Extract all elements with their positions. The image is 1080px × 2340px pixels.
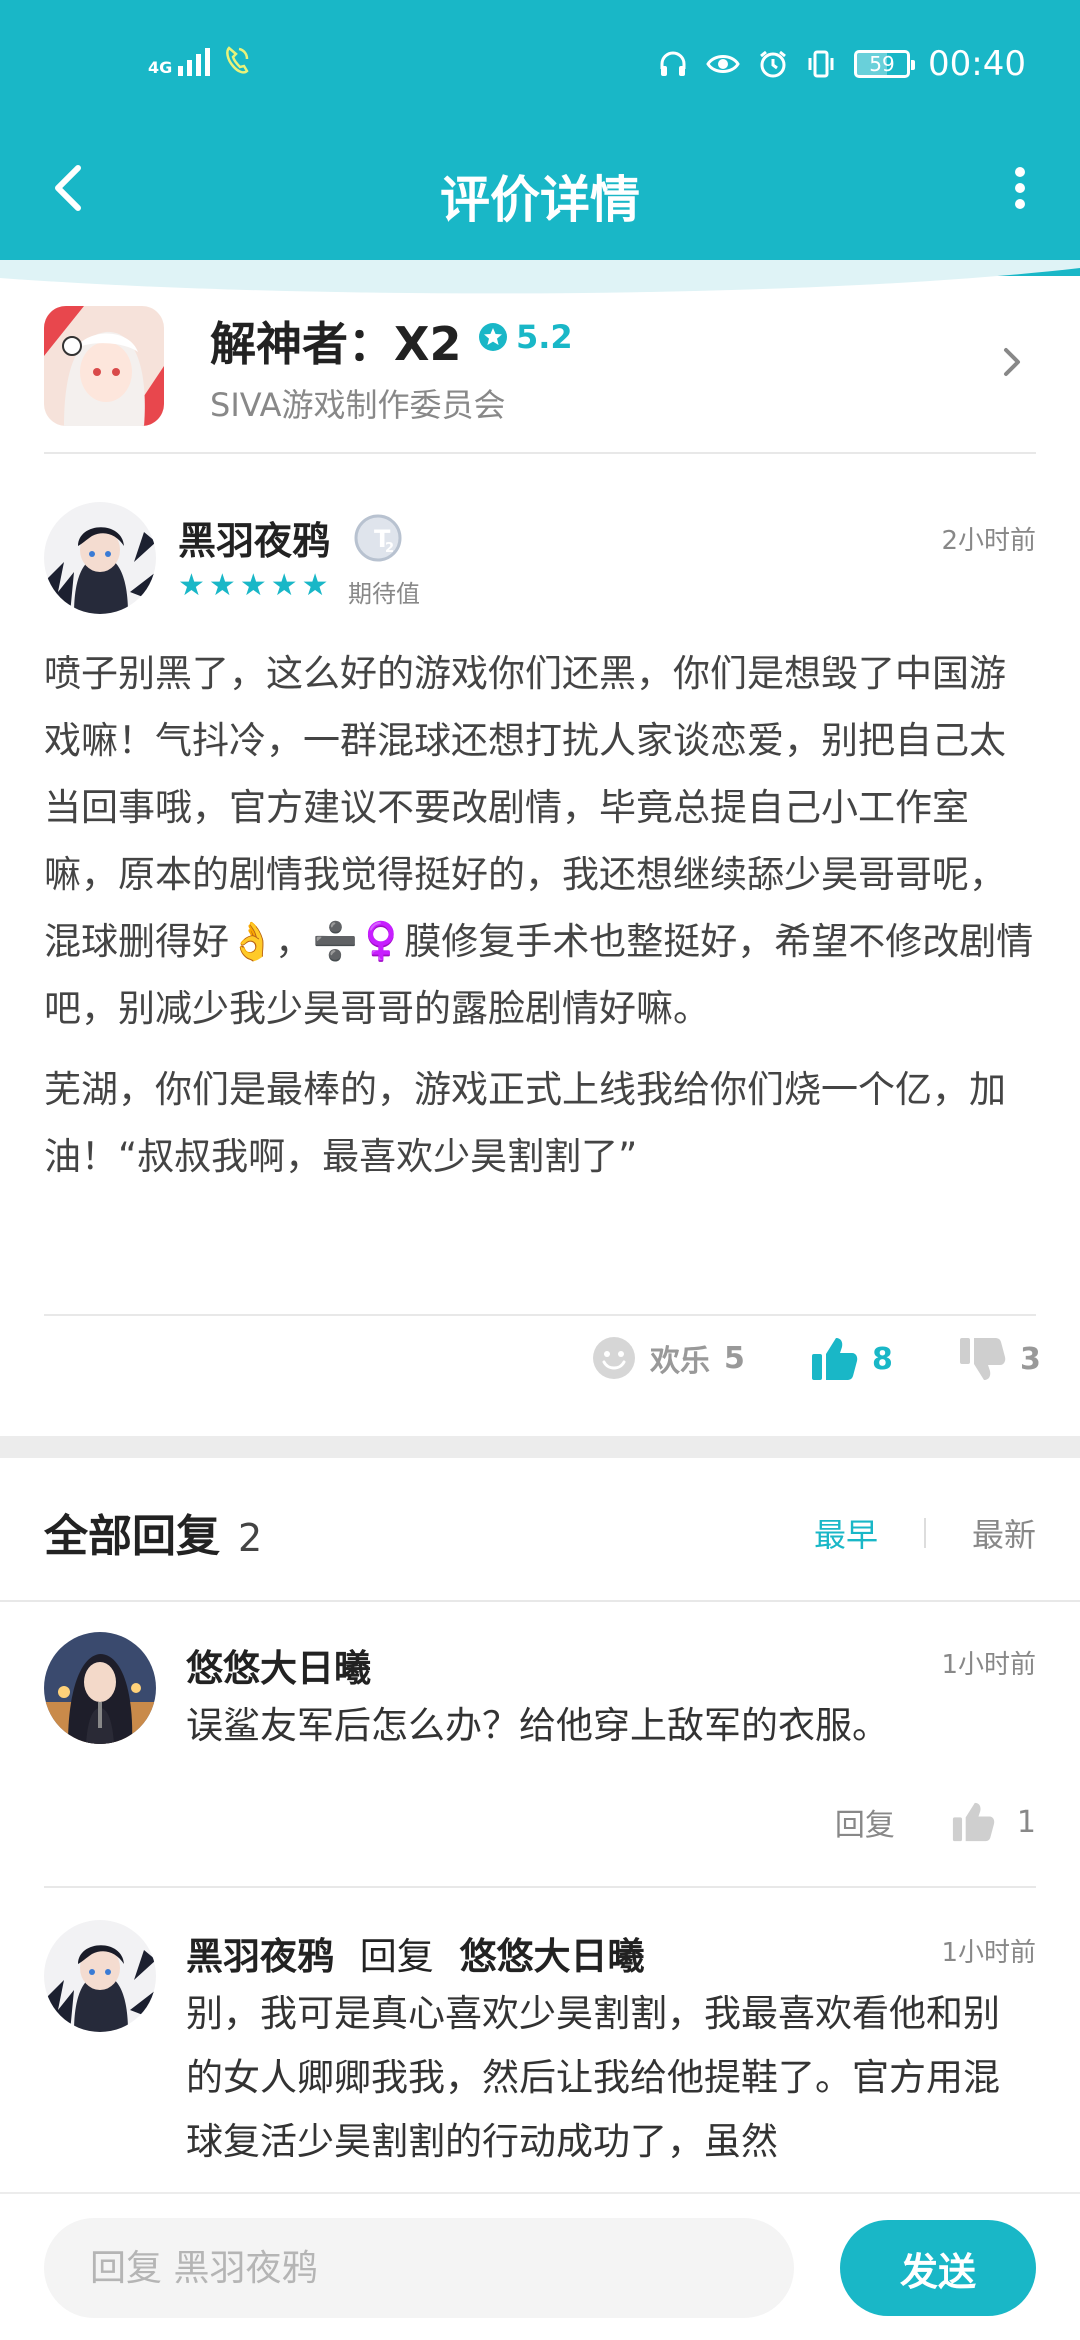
vibrate-icon <box>808 50 834 78</box>
more-options-icon[interactable] <box>1000 158 1040 218</box>
divider <box>0 1600 1080 1602</box>
svg-text:2: 2 <box>385 541 394 556</box>
fun-count: 5 <box>724 1340 745 1376</box>
like-button[interactable]: 8 <box>810 1336 893 1382</box>
reply-like-count: 1 <box>1016 1804 1036 1840</box>
title-bar: 评价详情 <box>0 150 1080 230</box>
chevron-right-icon[interactable] <box>992 342 1032 382</box>
sort-toggle: 最早 最新 <box>814 1510 1036 1556</box>
send-button[interactable]: 发送 <box>840 2220 1036 2316</box>
eye-icon <box>706 55 740 73</box>
review-actions: 欢乐 5 8 3 <box>44 1336 1041 1416</box>
reply-item: 悠悠大日曦 1小时前 误鲨友军后怎么办？给他穿上敌军的衣服。 回复 1 <box>44 1632 1036 1872</box>
dislike-count: 3 <box>1020 1341 1041 1377</box>
headphones-icon <box>660 51 686 76</box>
page-title: 评价详情 <box>440 171 640 229</box>
reply-author[interactable]: 黑羽夜鸦 <box>186 1935 334 1978</box>
thumbs-up-icon <box>812 1338 858 1380</box>
reply-header-line: 黑羽夜鸦 回复 悠悠大日曦 <box>186 1926 645 1980</box>
replies-count: 2 <box>238 1516 263 1560</box>
status-bar: 4G 59 00:40 <box>0 44 1080 88</box>
divider <box>44 1314 1036 1316</box>
review-time: 2小时前 <box>941 526 1036 556</box>
avatar[interactable] <box>44 1632 156 1744</box>
reply-time: 1小时前 <box>941 1938 1036 1968</box>
divider <box>923 1518 926 1548</box>
star-icon: ★ <box>301 568 329 603</box>
dislike-button[interactable]: 3 <box>958 1336 1041 1382</box>
fun-label: 欢乐 <box>650 1344 710 1379</box>
battery-level: 59 <box>869 52 895 76</box>
avatar[interactable] <box>44 1920 156 2032</box>
review-paragraph: 喷子别黑了，这么好的游戏你们还黑，你们是想毁了中国游戏嘛！气抖冷，一群混球还想打… <box>44 652 1034 1030</box>
status-left: 4G <box>148 44 250 76</box>
replies-title: 全部回复 <box>44 1511 220 1562</box>
rating-label: 期待值 <box>348 580 420 608</box>
avatar[interactable] <box>44 502 156 614</box>
reply-composer: 发送 <box>0 2192 1080 2340</box>
star-icon: ★ <box>178 568 205 603</box>
thumbs-down-icon <box>960 1338 1006 1380</box>
sort-latest-tab[interactable]: 最新 <box>972 1510 1036 1556</box>
like-count: 8 <box>872 1341 893 1377</box>
reply-author[interactable]: 悠悠大日曦 <box>186 1638 371 1692</box>
signal-icon: 4G <box>148 44 211 77</box>
divider <box>44 452 1036 454</box>
app-info-row[interactable]: 解神者：X2 5.2 SIVA游戏制作委员会 <box>44 300 1036 452</box>
reply-actions: 回复 1 <box>835 1800 1036 1844</box>
star-icon: ★ <box>270 568 298 603</box>
replies-header: 全部回复 2 最早 最新 <box>44 1500 1036 1580</box>
level-badge-icon: T 2 <box>354 514 402 562</box>
thumbs-up-icon[interactable] <box>951 1801 995 1843</box>
section-separator <box>0 1436 1080 1458</box>
fun-button[interactable]: 欢乐 5 <box>592 1336 745 1380</box>
app-rating: 5.2 <box>478 318 573 356</box>
star-icon: ★ <box>208 568 236 603</box>
reply-text: 别，我可是真心喜欢少昊割割，我最喜欢看他和别的女人卿卿我我，然后让我给他提鞋了。… <box>186 1992 1000 2163</box>
status-right: 59 00:40 <box>658 44 1026 84</box>
reply-button[interactable]: 回复 <box>835 1800 895 1844</box>
reply-input[interactable] <box>44 2218 794 2318</box>
sort-earliest-tab[interactable]: 最早 <box>814 1510 878 1556</box>
clock: 00:40 <box>928 44 1026 84</box>
app-developer: SIVA游戏制作委员会 <box>210 386 506 424</box>
smiley-icon <box>593 1337 635 1379</box>
header-bar: 4G 59 00:40 评价详情 <box>0 0 1080 276</box>
phone-call-icon <box>226 46 249 74</box>
app-icon <box>44 306 164 426</box>
app-name: 解神者：X2 <box>210 317 462 371</box>
review-paragraph: 芜湖，你们是最棒的，游戏正式上线我给你们烧一个亿，加油！“叔叔我啊，最喜欢少昊割… <box>44 1068 1006 1178</box>
app-rating-value: 5.2 <box>516 318 573 356</box>
reply-text: 误鲨友军后怎么办？给他穿上敌军的衣服。 <box>186 1704 889 1747</box>
reply-word: 回复 <box>359 1935 434 1978</box>
reply-target[interactable]: 悠悠大日曦 <box>460 1935 645 1978</box>
network-type: 4G <box>148 58 173 77</box>
review-header: 黑羽夜鸦 T 2 ★ ★ ★ ★ ★ 期待值 2小时前 <box>44 500 1036 620</box>
reply-time: 1小时前 <box>941 1650 1036 1680</box>
reviewer-name[interactable]: 黑羽夜鸦 <box>178 510 330 565</box>
review-content: 喷子别黑了，这么好的游戏你们还黑，你们是想毁了中国游戏嘛！气抖冷，一群混球还想打… <box>44 640 1036 1204</box>
star-badge-icon <box>479 323 507 351</box>
battery-icon: 59 <box>854 50 916 78</box>
star-rating: ★ ★ ★ ★ ★ <box>178 568 329 603</box>
divider <box>44 1886 1036 1888</box>
reply-item: 黑羽夜鸦 回复 悠悠大日曦 1小时前 别，我可是真心喜欢少昊割割，我最喜欢看他和… <box>44 1920 1036 2190</box>
star-icon: ★ <box>239 568 267 603</box>
alarm-icon <box>760 50 786 78</box>
